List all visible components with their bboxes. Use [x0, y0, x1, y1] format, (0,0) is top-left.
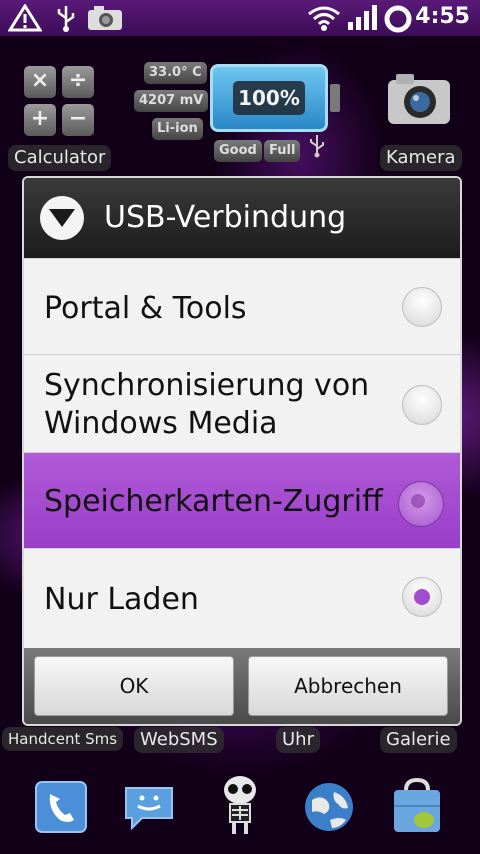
option-label: Speicherkarten-Zugriff [44, 484, 383, 519]
camera-notification-icon [88, 6, 122, 30]
messaging-icon[interactable] [122, 780, 176, 834]
dialog-title: USB-Verbindung [104, 200, 347, 235]
ok-button[interactable]: OK [34, 656, 234, 716]
usb-connection-dialog: USB-Verbindung Portal & Tools Synchronis… [22, 176, 462, 726]
calc-key-minus: − [62, 104, 94, 136]
battery-health: Good [214, 140, 262, 162]
galerie-label[interactable]: Galerie [380, 727, 457, 753]
camera-app-icon[interactable] [386, 72, 452, 126]
option-label-line1: Synchronisierung von [44, 368, 370, 403]
browser-globe-icon[interactable] [302, 780, 356, 834]
calculator-label[interactable]: Calculator [8, 145, 112, 171]
dock [0, 770, 480, 854]
battery-ring-icon [384, 5, 412, 33]
handcent-sms-label[interactable]: Handcent Sms [2, 727, 124, 751]
option-label: Nur Laden [44, 582, 199, 617]
radio-button[interactable] [398, 481, 444, 527]
status-time: 4:55 [415, 4, 470, 29]
battery-temperature: 33.0° C [144, 62, 207, 84]
status-bar: 4:55 [0, 0, 480, 36]
websms-label[interactable]: WebSMS [134, 727, 224, 753]
radio-button[interactable] [402, 287, 442, 327]
uhr-label[interactable]: Uhr [276, 727, 320, 753]
battery-widget[interactable]: 100% [210, 64, 328, 132]
calc-key-multiply: × [24, 66, 56, 98]
battery-type: Li-ion [152, 118, 203, 140]
wifi-icon [308, 6, 340, 31]
battery-percent: 100% [233, 81, 305, 115]
warning-icon [8, 4, 42, 32]
skeleton-app-icon[interactable] [212, 774, 268, 838]
option-windows-media-sync[interactable]: Synchronisierung von Windows Media [24, 354, 460, 452]
market-icon[interactable] [390, 776, 444, 834]
battery-status: Full [264, 140, 301, 162]
dialog-button-bar: OK Abbrechen [24, 648, 460, 724]
phone-icon[interactable] [34, 780, 88, 834]
widget-usb-icon [310, 135, 324, 158]
radio-button-checked[interactable] [402, 577, 442, 617]
dropdown-arrow-icon [40, 196, 84, 240]
battery-voltage: 4207 mV [134, 90, 209, 112]
cancel-button[interactable]: Abbrechen [248, 656, 448, 716]
calculator-icon[interactable]: × ÷ + − [24, 66, 96, 138]
battery-cap [330, 84, 340, 112]
usb-icon [57, 6, 75, 32]
option-label: Portal & Tools [44, 291, 247, 326]
signal-icon [348, 5, 377, 30]
option-memory-card-access[interactable]: Speicherkarten-Zugriff [24, 452, 460, 548]
calc-key-plus: + [24, 104, 56, 136]
calc-key-divide: ÷ [62, 66, 94, 98]
dialog-title-bar: USB-Verbindung [24, 178, 460, 258]
option-portal-tools[interactable]: Portal & Tools [24, 258, 460, 354]
radio-button[interactable] [402, 385, 442, 425]
option-label-line2: Windows Media [44, 406, 278, 441]
camera-label[interactable]: Kamera [380, 145, 462, 171]
option-charge-only[interactable]: Nur Laden [24, 548, 460, 648]
